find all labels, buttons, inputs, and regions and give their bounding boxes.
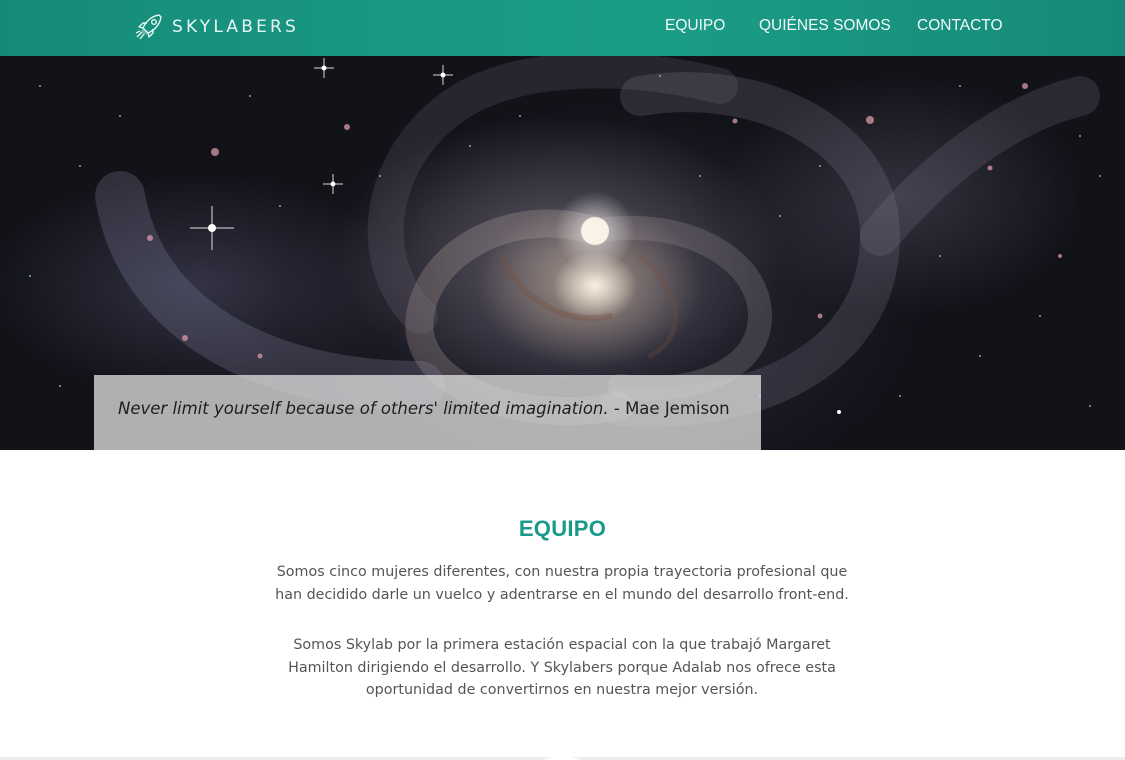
quote-text: Never limit yourself because of others' …	[118, 399, 609, 418]
hero-banner: Never limit yourself because of others' …	[0, 56, 1125, 450]
divider-notch	[544, 753, 580, 760]
rocket-icon	[135, 14, 162, 40]
team-paragraph-1: Somos cinco mujeres diferentes, con nues…	[275, 564, 849, 603]
quote-box: Never limit yourself because of others' …	[94, 375, 761, 450]
section-title-equipo: EQUIPO	[518, 516, 607, 541]
nav-item-equipo[interactable]: EQUIPO	[665, 17, 725, 35]
nav-item-contacto[interactable]: CONTACTO	[917, 17, 1003, 35]
quote-author: - Mae Jemison	[613, 399, 730, 418]
team-paragraph-2: Somos Skylab por la primera estación esp…	[288, 637, 836, 698]
brand-name: SKYLABERS	[172, 17, 300, 37]
brand-logo[interactable]: SKYLABERS	[132, 10, 299, 44]
top-navbar: SKYLABERS EQUIPO QUIÉNES SOMOS CONTACTO	[0, 0, 1125, 56]
hero-quote: Never limit yourself because of others' …	[118, 399, 730, 418]
nav-item-quienes-somos[interactable]: QUIÉNES SOMOS	[759, 17, 891, 35]
